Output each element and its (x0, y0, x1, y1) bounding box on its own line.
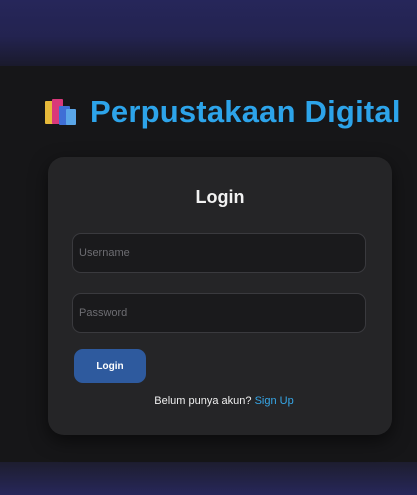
login-button[interactable]: Login (74, 349, 146, 383)
login-card: Login Login Belum punya akun? Sign Up (48, 157, 392, 435)
app-title: Perpustakaan Digital (90, 94, 401, 129)
signup-prompt-line: Belum punya akun? Sign Up (48, 395, 400, 407)
app-header: Perpustakaan Digital (44, 94, 401, 130)
signup-prompt-text: Belum punya akun? (154, 395, 252, 407)
password-input[interactable] (72, 293, 366, 333)
login-title: Login (195, 187, 245, 207)
signup-link[interactable]: Sign Up (255, 395, 294, 407)
top-band (0, 0, 417, 66)
books-icon (44, 97, 78, 127)
bottom-band (0, 462, 417, 495)
username-input[interactable] (72, 233, 366, 273)
